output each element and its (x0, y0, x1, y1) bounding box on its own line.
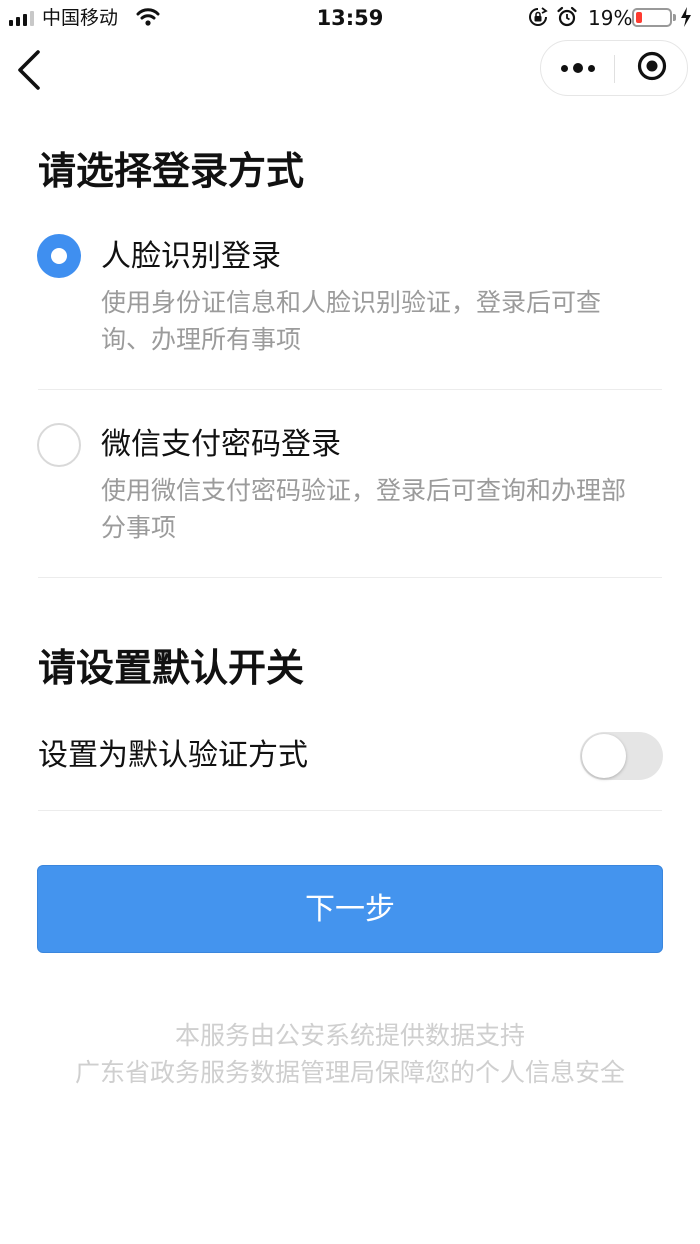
battery-percentage: 19% (588, 6, 633, 30)
orientation-lock-icon (528, 7, 548, 31)
default-verification-toggle[interactable] (580, 732, 663, 780)
miniprogram-close-icon (636, 50, 668, 86)
option-description: 使用身份证信息和人脸识别验证，登录后可查询、办理所有事项 (101, 288, 602, 354)
radio-unselected-icon[interactable] (37, 423, 81, 467)
battery-level-fill (636, 12, 642, 23)
more-dots-icon (560, 64, 568, 72)
more-button[interactable] (541, 41, 614, 95)
miniprogram-capsule (540, 40, 688, 96)
login-method-title: 请选择登录方式 (38, 149, 305, 193)
alarm-icon (556, 6, 578, 32)
battery-icon (632, 8, 676, 27)
next-step-button[interactable]: 下一步 (37, 865, 663, 953)
divider (38, 810, 662, 811)
page: 中国移动 13:59 19% 请选择登录方式 人脸识别登录 使用身份证信息和人脸… (0, 0, 700, 1244)
charging-icon (680, 7, 692, 31)
status-bar: 中国移动 13:59 19% (0, 0, 700, 36)
option-description: 使用微信支付密码验证，登录后可查询和办理部分事项 (101, 476, 627, 542)
back-button[interactable] (12, 48, 48, 92)
option-label: 人脸识别登录 (101, 239, 281, 274)
footer-privacy-notice: 广东省政务服务数据管理局保障您的个人信息安全 (74, 1058, 625, 1087)
divider (38, 577, 662, 578)
option-label: 微信支付密码登录 (101, 427, 341, 462)
toggle-knob (582, 734, 626, 778)
login-option-face[interactable]: 人脸识别登录 使用身份证信息和人脸识别验证，登录后可查询、办理所有事项 (0, 232, 700, 387)
miniprogram-close-button[interactable] (615, 41, 688, 95)
footer-data-source: 本服务由公安系统提供数据支持 (174, 1021, 525, 1050)
system-icons (528, 6, 578, 32)
divider (38, 389, 662, 390)
default-switch-title: 请设置默认开关 (38, 646, 305, 690)
radio-selected-icon[interactable] (37, 234, 81, 278)
login-option-wechat-pay[interactable]: 微信支付密码登录 使用微信支付密码验证，登录后可查询和办理部分事项 (0, 421, 700, 576)
chevron-left-icon (12, 50, 48, 96)
default-verification-label: 设置为默认验证方式 (38, 738, 308, 773)
